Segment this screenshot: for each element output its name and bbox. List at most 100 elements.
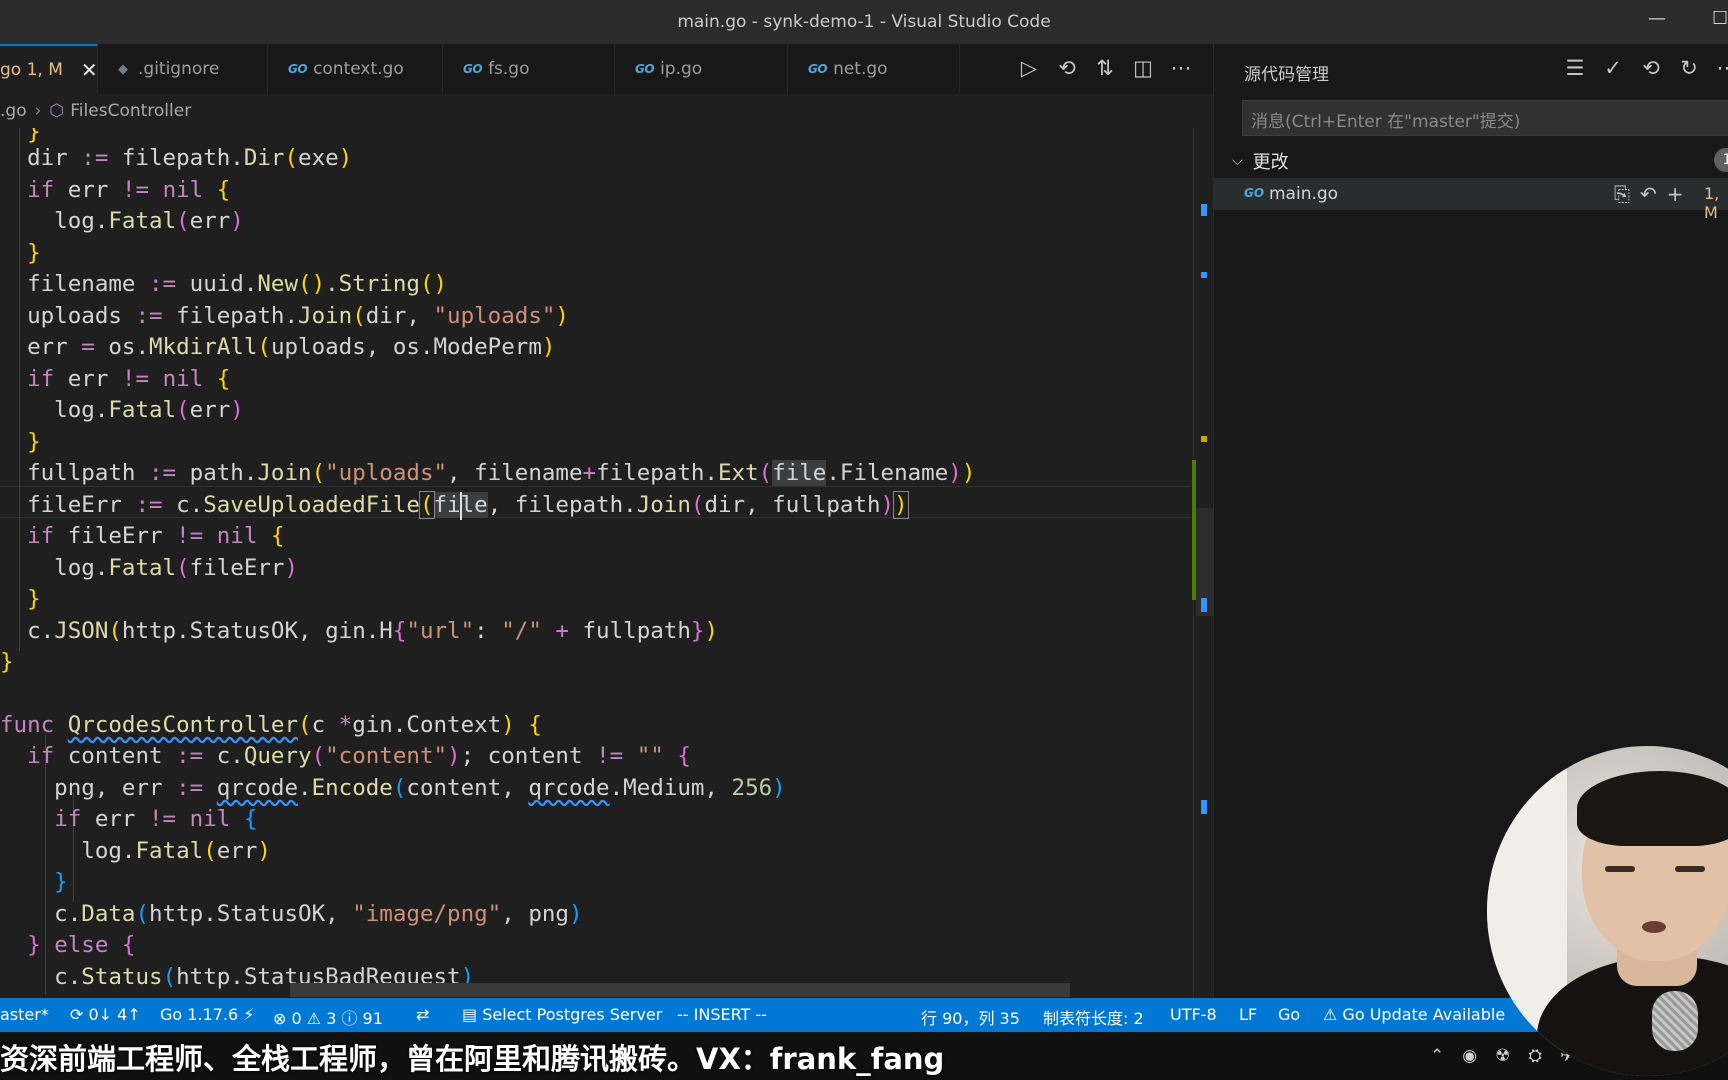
overview-marker: [1201, 598, 1207, 612]
tab-label: fs.go: [488, 59, 530, 79]
live-share-icon[interactable]: ⇄: [416, 1005, 429, 1024]
code-line: err = os.MkdirAll(uploads, os.ModePerm): [0, 334, 556, 360]
breadcrumb-symbol[interactable]: FilesController: [70, 101, 191, 121]
end-of-line[interactable]: LF: [1239, 1005, 1257, 1024]
refresh-icon[interactable]: ↻: [1678, 56, 1700, 80]
presenter-mouth: [1642, 921, 1666, 933]
commit-check-icon[interactable]: ✓: [1602, 56, 1624, 80]
compare-changes-icon[interactable]: ⇅: [1094, 56, 1116, 80]
tab-main-go[interactable]: go 1, M ✕: [0, 44, 98, 94]
tab-label: ip.go: [660, 59, 703, 79]
overview-marker: [1201, 204, 1207, 216]
go-file-icon: GO: [288, 62, 308, 76]
code-line: c.Data(http.StatusOK, "image/png", png): [0, 901, 583, 927]
chevron-right-icon: ›: [34, 101, 42, 121]
more-actions-icon[interactable]: ⋯: [1170, 56, 1192, 80]
code-line: }: [0, 240, 41, 266]
tray-expand-icon[interactable]: ⌃: [1430, 1046, 1444, 1066]
tray-app-icon[interactable]: ◉: [1462, 1046, 1477, 1066]
file-actions: ⎘ ↶ +: [1614, 182, 1684, 206]
title-bar: main.go - synk-demo-1 - Visual Studio Co…: [0, 0, 1728, 44]
presenter-eye: [1605, 866, 1635, 872]
open-file-icon[interactable]: ⎘: [1614, 182, 1630, 206]
code-line: } else {: [0, 932, 136, 958]
code-line: dir := filepath.Dir(exe): [0, 145, 353, 171]
go-update-notice[interactable]: ⚠ Go Update Available: [1323, 1005, 1505, 1024]
tab-label: go 1, M: [0, 60, 63, 80]
scm-actions: ☰ ✓ ⟲ ↻ ⋯: [1564, 56, 1728, 80]
code-line: if content := c.Query("content"); conten…: [27, 743, 691, 769]
code-line: }: [0, 649, 14, 675]
problems-indicator[interactable]: ⊗ 0 ⚠ 3 ⓘ 91: [273, 1005, 383, 1029]
branch-indicator[interactable]: aster*: [0, 1005, 49, 1024]
code-editor[interactable]: } dir := filepath.Dir(exe) if err != nil…: [0, 128, 1213, 998]
horizontal-scrollbar[interactable]: [290, 983, 1070, 997]
code-line: png, err := qrcode.Encode(content, qrcod…: [0, 775, 786, 801]
code-line: func QrcodesController(c *gin.Context) {: [0, 712, 542, 738]
code-line: if err != nil {: [27, 177, 231, 203]
chevron-down-icon: ⌵: [1232, 153, 1243, 169]
minimize-icon[interactable]: —: [1648, 8, 1666, 29]
code-line: }: [0, 869, 68, 895]
vim-mode: -- INSERT --: [677, 1005, 767, 1024]
vertical-scrollbar[interactable]: [1192, 128, 1213, 998]
more-actions-icon[interactable]: ⋯: [1716, 56, 1728, 80]
code-line: fileErr := c.SaveUploadedFile(file, file…: [0, 491, 909, 520]
symbol-icon: ⬡: [49, 101, 65, 121]
subtitle-strip: 资深前端工程师、全栈工程师，曾在阿里和腾讯搬砖。VX：frank_fang ⌃ …: [0, 1032, 1728, 1080]
breadcrumb: .go › ⬡ FilesController: [0, 94, 1213, 128]
tab-fs-go[interactable]: GO fs.go: [443, 44, 615, 94]
go-file-icon: GO: [808, 62, 828, 76]
changed-file-row[interactable]: GO main.go ⎘ ↶ + 1, M: [1214, 178, 1728, 222]
maximize-icon[interactable]: ☐: [1712, 8, 1728, 29]
encoding[interactable]: UTF-8: [1170, 1005, 1217, 1024]
tab-label: net.go: [833, 59, 888, 79]
go-file-icon: GO: [1244, 186, 1265, 200]
tab-size[interactable]: 制表符长度: 2: [1043, 1005, 1144, 1029]
code-line: filename := uuid.New().String(): [0, 271, 448, 297]
tab-net-go[interactable]: GO net.go: [788, 44, 960, 94]
tab-ip-go[interactable]: GO ip.go: [615, 44, 788, 94]
cursor-position[interactable]: 行 90，列 35: [921, 1005, 1020, 1029]
tab-context-go[interactable]: GO context.go: [268, 44, 443, 94]
code-line: log.Fatal(fileErr): [0, 555, 299, 581]
tab-label: context.go: [313, 59, 404, 79]
discard-changes-icon[interactable]: ↶: [1640, 182, 1657, 206]
microphone: [1652, 991, 1698, 1051]
postgres-server-selector[interactable]: ▤ Select Postgres Server: [462, 1005, 662, 1024]
panel-title: 源代码管理: [1244, 65, 1329, 85]
overview-marker: [1201, 436, 1207, 442]
overview-marker: [1201, 272, 1207, 278]
go-version[interactable]: Go 1.17.6 ⚡: [160, 1005, 254, 1024]
tab-gitignore[interactable]: ◆ .gitignore: [98, 44, 268, 94]
breadcrumb-file[interactable]: .go: [0, 101, 27, 121]
sync-status[interactable]: ⟳ 0↓ 4↑: [70, 1005, 141, 1024]
commit-message-input[interactable]: 消息(Ctrl+Enter 在"master"提交): [1242, 100, 1728, 136]
file-status: 1, M: [1704, 184, 1720, 222]
git-file-icon: ◆: [118, 61, 128, 77]
window-title: main.go - synk-demo-1 - Visual Studio Co…: [677, 12, 1051, 32]
timeline-icon[interactable]: ⟲: [1056, 56, 1078, 80]
code-line: uploads := filepath.Join(dir, "uploads"): [0, 303, 569, 329]
webcam-overlay: [1487, 746, 1728, 1076]
presenter-hair: [1577, 771, 1728, 846]
tab-label: .gitignore: [138, 59, 220, 79]
split-editor-icon[interactable]: ◫: [1132, 56, 1154, 80]
view-as-tree-icon[interactable]: ☰: [1564, 56, 1586, 80]
stage-changes-icon[interactable]: +: [1667, 182, 1684, 206]
close-icon[interactable]: ✕: [81, 58, 97, 82]
code-line: if err != nil {: [27, 366, 231, 392]
code-line: if fileErr != nil {: [27, 523, 285, 549]
code-line: fullpath := path.Join("uploads", filenam…: [0, 460, 976, 486]
code-line: c.JSON(http.StatusOK, gin.H{"url": "/" +…: [0, 618, 718, 644]
language-mode[interactable]: Go: [1278, 1005, 1300, 1024]
code-line: }: [0, 429, 41, 455]
go-file-icon: GO: [635, 62, 655, 76]
run-icon[interactable]: ▷: [1018, 56, 1040, 80]
history-icon[interactable]: ⟲: [1640, 56, 1662, 80]
editor-actions: ▷ ⟲ ⇅ ◫ ⋯: [1018, 56, 1192, 80]
code-line: if err != nil {: [54, 806, 258, 832]
go-file-icon: GO: [463, 62, 483, 76]
changes-section-header[interactable]: ⌵ 更改: [1232, 148, 1289, 174]
changes-count-badge: 1: [1714, 148, 1728, 172]
